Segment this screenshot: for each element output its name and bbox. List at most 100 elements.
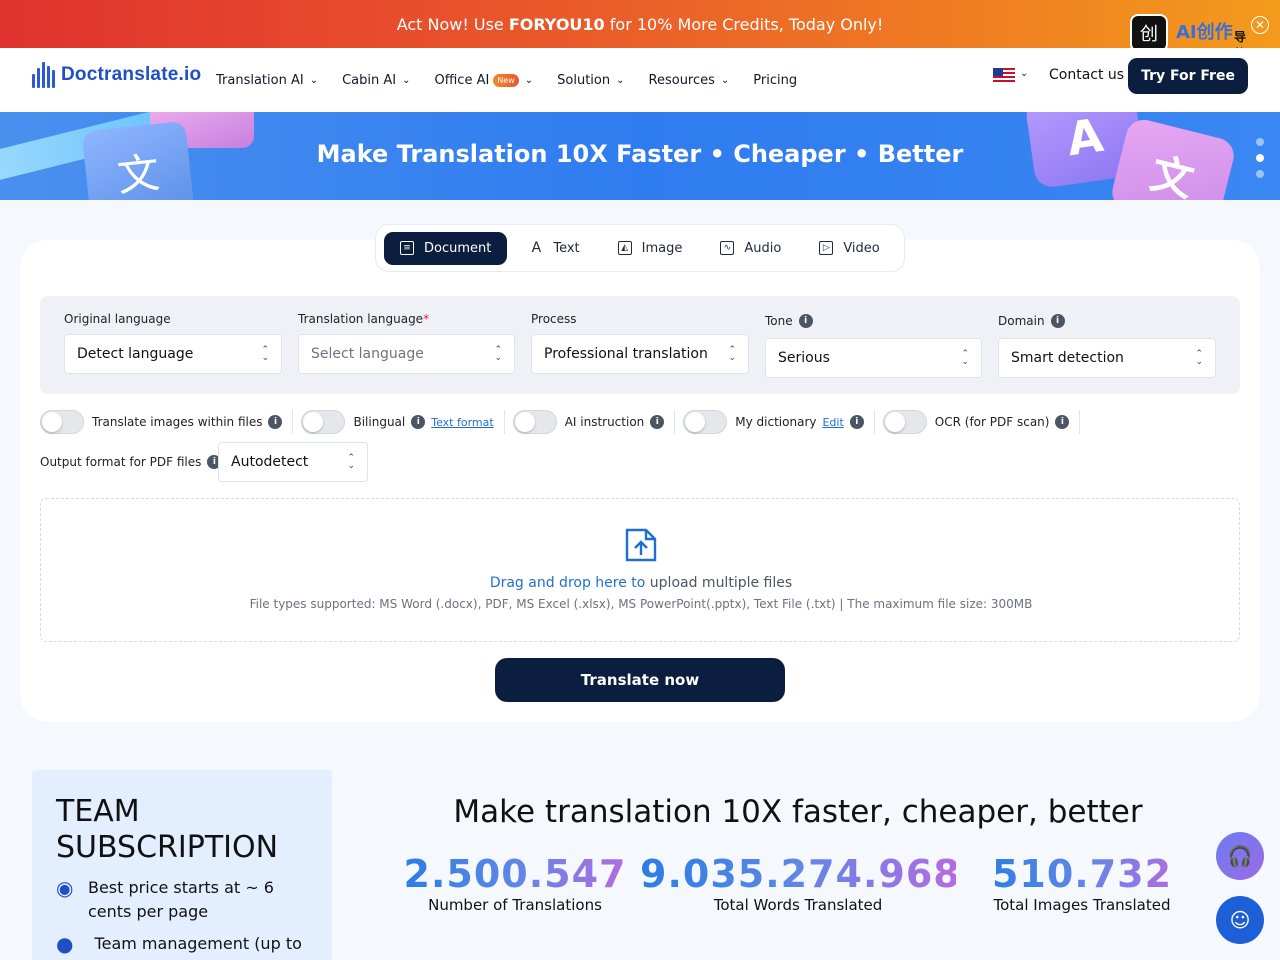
- stat-translations: 2.500.547 Number of Translations: [400, 852, 630, 914]
- domain-select[interactable]: Smart detection ⌃ ⌄: [998, 338, 1216, 378]
- chevron-down-icon: ⌄: [720, 74, 730, 86]
- team-feature-price: ◉ Best price starts at ~ 6 cents per page: [56, 876, 316, 924]
- drag-drop-link[interactable]: Drag and drop here to: [490, 575, 646, 591]
- text-format-link[interactable]: Text format: [431, 416, 493, 429]
- process-field: Process: [531, 312, 577, 326]
- tab-video[interactable]: ▷ Video: [803, 232, 895, 265]
- info-icon[interactable]: i: [268, 415, 283, 429]
- chevron-down-icon[interactable]: ⌄: [1020, 68, 1028, 79]
- file-types-note: File types supported: MS Word (.docx), P…: [249, 597, 1033, 611]
- carousel-dots[interactable]: [1256, 138, 1264, 178]
- promo-code: FORYOU10: [508, 14, 605, 34]
- menu-solution[interactable]: Solution ⌄: [557, 73, 624, 88]
- file-dropzone[interactable]: Drag and drop here to upload multiple fi…: [40, 498, 1240, 642]
- tab-text[interactable]: A Text: [513, 232, 595, 265]
- sort-arrows-icon: ⌃ ⌄: [728, 345, 736, 363]
- tone-field: Tone i: [765, 314, 813, 328]
- brand-name: Doctranslate.io: [61, 64, 202, 85]
- translation-language-select[interactable]: Select language ⌃ ⌄: [298, 334, 515, 374]
- users-icon: ●: [56, 932, 74, 956]
- sort-arrows-icon: ⌃ ⌄: [494, 345, 502, 363]
- menu-pricing[interactable]: Pricing: [753, 73, 797, 88]
- support-headset-icon[interactable]: 🎧: [1216, 832, 1264, 880]
- team-subscription-title: TEAM SUBSCRIPTION: [56, 794, 279, 865]
- process-select[interactable]: Professional translation ⌃ ⌄: [531, 334, 749, 374]
- extension-logo-icon: 创: [1130, 14, 1168, 52]
- top-navigation: Doctranslate.io Translation AI ⌄ Cabin AI…: [0, 48, 1280, 112]
- toggle-my-dictionary: My dictionary Edit i: [683, 410, 875, 434]
- video-icon: ▷: [819, 241, 834, 255]
- image-icon: ◭: [617, 241, 632, 255]
- toggle-ocr: OCR (for PDF scan) i: [882, 410, 1081, 434]
- chevron-down-icon: ⌄: [616, 74, 625, 86]
- stat-value: 9.035.274.968: [640, 852, 961, 896]
- domain-field: Domain i: [998, 314, 1065, 328]
- stat-value: 2.500.547: [400, 852, 630, 896]
- menu-cabin-ai[interactable]: Cabin AI ⌄: [342, 73, 410, 88]
- info-icon[interactable]: i: [798, 314, 813, 328]
- menu-office-ai[interactable]: Office AI New ⌄: [435, 73, 534, 88]
- tab-document[interactable]: ≡ Document: [384, 231, 508, 265]
- toggle-ai-instruction: AI instruction i: [512, 410, 676, 434]
- new-badge: New: [493, 73, 519, 87]
- translate-now-button[interactable]: Translate now: [495, 658, 785, 702]
- tone-label: Tone i: [765, 314, 813, 328]
- chevron-down-icon: ⌄: [402, 74, 411, 86]
- original-language-field: Original language: [64, 312, 171, 326]
- team-feature-management: ●Team management (up to 10: [56, 932, 316, 960]
- audio-icon: ∿: [720, 241, 735, 255]
- extension-badge[interactable]: 创 AI创作 导航: [1130, 14, 1246, 61]
- tab-audio[interactable]: ∿ Audio: [704, 232, 797, 265]
- upload-file-icon: [625, 528, 657, 562]
- stat-label: Total Images Translated: [993, 896, 1171, 914]
- sort-arrows-icon: ⌃ ⌄: [961, 349, 969, 367]
- tone-select[interactable]: Serious ⌃ ⌄: [765, 338, 982, 378]
- stat-images: 510.732 Total Images Translated: [982, 852, 1182, 914]
- toggle-row: Translate images within files i Bilingual…: [40, 408, 1088, 436]
- us-flag-icon[interactable]: [993, 68, 1015, 83]
- chevron-down-icon: ⌄: [309, 74, 319, 86]
- chevron-down-icon: ⌄: [524, 74, 534, 86]
- promo-text: Act Now! Use FORYOU10 for 10% More Credi…: [396, 14, 884, 34]
- info-icon[interactable]: i: [1050, 314, 1065, 328]
- stat-value: 510.732: [982, 852, 1182, 896]
- hero-title: Make Translation 10X Faster • Cheaper • …: [316, 140, 964, 168]
- translation-language-label: Translation language *: [298, 312, 430, 326]
- translate-images-switch[interactable]: [40, 410, 84, 434]
- bilingual-switch[interactable]: [301, 410, 346, 434]
- my-dictionary-switch[interactable]: [683, 410, 728, 434]
- stat-label: Total Words Translated: [713, 896, 883, 914]
- ai-instruction-switch[interactable]: [512, 410, 557, 434]
- edit-dictionary-link[interactable]: Edit: [822, 416, 843, 429]
- translation-language-field: Translation language *: [298, 312, 429, 326]
- required-mark: *: [423, 312, 430, 326]
- main-menu: Translation AI ⌄ Cabin AI ⌄ Office AI New ⌄ …: [216, 48, 821, 112]
- contact-link[interactable]: Contact us: [1049, 67, 1124, 83]
- options-panel: Original language Detect language ⌃ ⌄ Tran…: [40, 296, 1240, 394]
- menu-translation-ai[interactable]: Translation AI ⌄: [216, 73, 318, 88]
- chat-icon[interactable]: ☺: [1216, 896, 1264, 944]
- original-language-select[interactable]: Detect language ⌃ ⌄: [64, 334, 282, 374]
- tab-image[interactable]: ◭ Image: [602, 232, 699, 265]
- brand-logo[interactable]: Doctranslate.io: [32, 62, 201, 88]
- ocr-switch[interactable]: [882, 410, 927, 434]
- promo-banner[interactable]: Act Now! Use FORYOU10 for 10% More Credi…: [0, 0, 1280, 61]
- dropzone-message: Drag and drop here to upload multiple fi…: [489, 575, 793, 591]
- info-icon[interactable]: i: [849, 415, 864, 429]
- domain-label: Domain i: [998, 314, 1065, 328]
- close-promo-icon[interactable]: ✕: [1251, 16, 1269, 34]
- document-icon: ≡: [400, 241, 414, 255]
- original-language-label: Original language: [64, 312, 171, 326]
- brand-mark-icon: [32, 62, 55, 88]
- info-icon[interactable]: i: [650, 415, 665, 429]
- sort-arrows-icon: ⌃ ⌄: [347, 453, 355, 471]
- output-format-select[interactable]: Autodetect ⌃ ⌄: [218, 442, 368, 482]
- stat-words: 9.035.274.968 Total Words Translated: [640, 852, 961, 914]
- menu-resources[interactable]: Resources ⌄: [649, 73, 730, 88]
- toggle-translate-images: Translate images within files i: [40, 410, 294, 434]
- try-for-free-button[interactable]: Try For Free: [1128, 58, 1248, 94]
- info-icon[interactable]: i: [411, 415, 426, 429]
- team-subscription-card[interactable]: TEAM SUBSCRIPTION ◉ Best price starts at …: [32, 770, 332, 960]
- info-icon[interactable]: i: [1055, 415, 1070, 429]
- output-format-row: Output format for PDF files i: [40, 442, 222, 482]
